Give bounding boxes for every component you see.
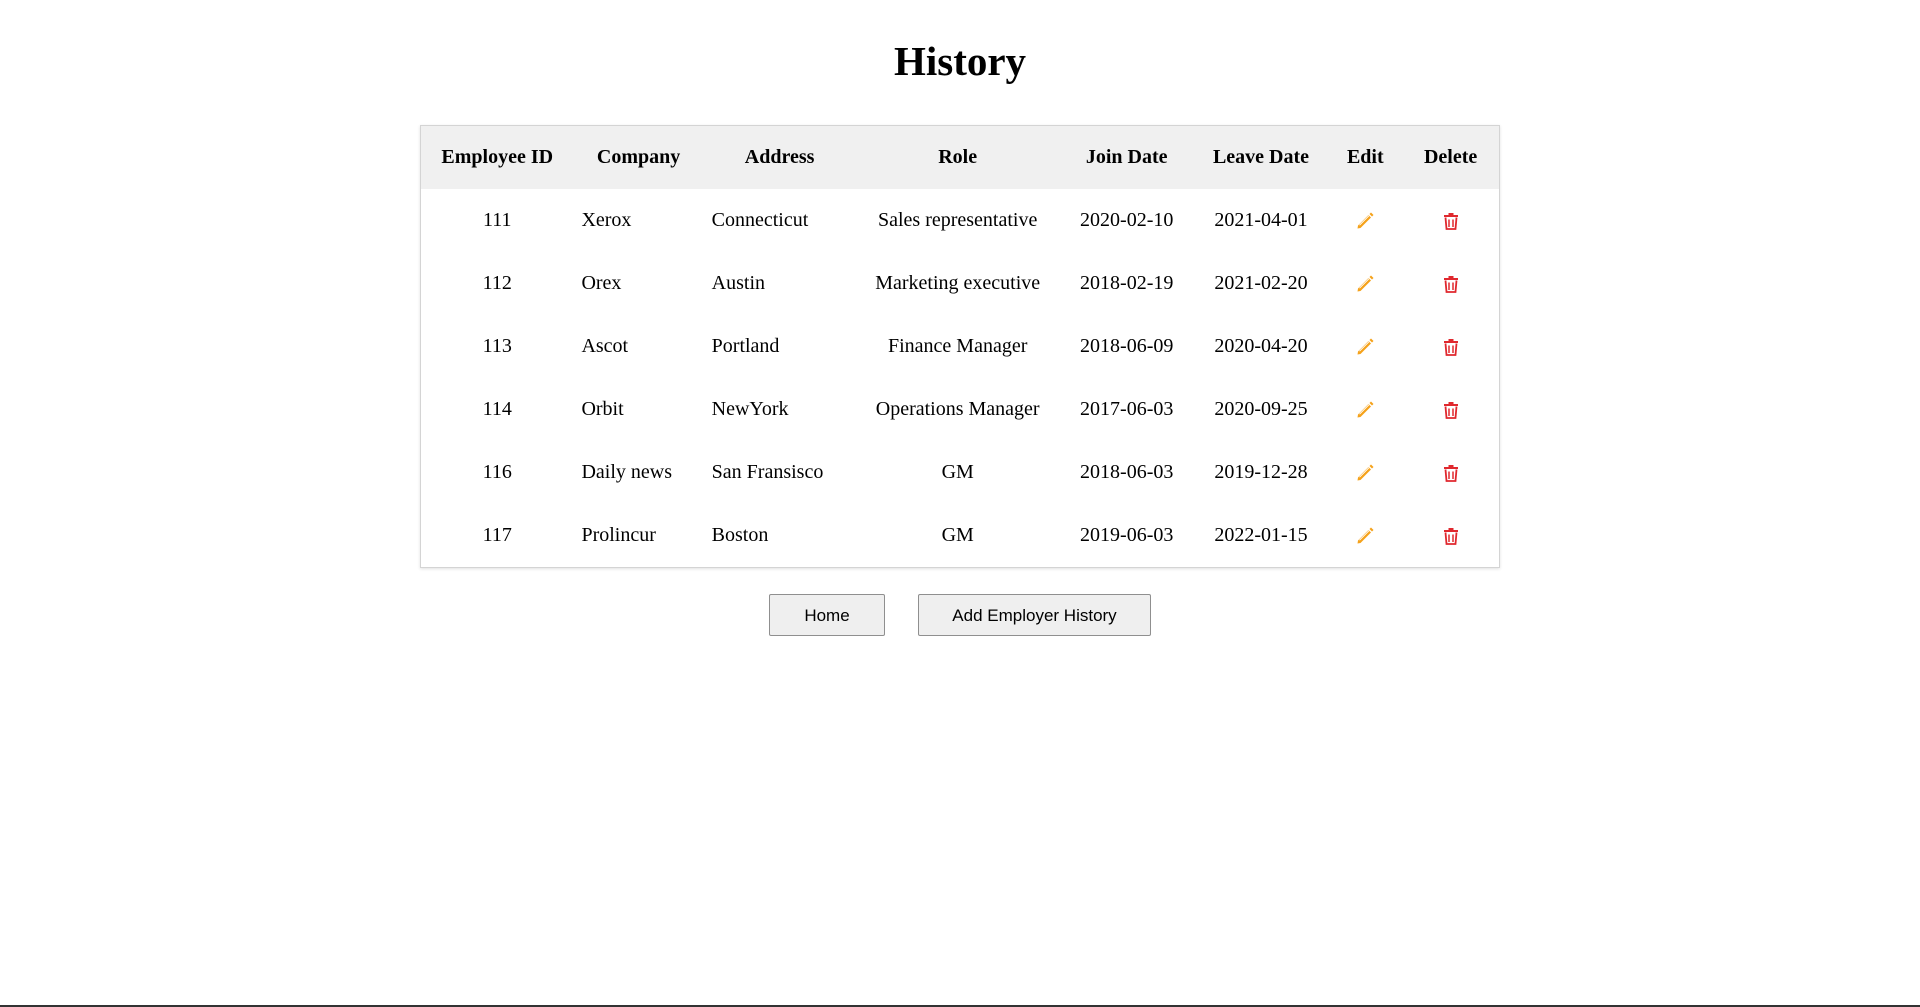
cell-delete — [1402, 378, 1499, 441]
pencil-icon[interactable] — [1354, 210, 1376, 232]
cell-edit — [1328, 315, 1402, 378]
cell-join-date: 2017-06-03 — [1080, 398, 1174, 420]
cell-address: Boston — [711, 524, 769, 546]
home-button[interactable]: Home — [769, 594, 885, 636]
cell-company: Daily news — [581, 461, 672, 483]
cell-delete — [1402, 252, 1499, 315]
cell-role: Sales representative — [877, 209, 1038, 231]
action-buttons: Home Add Employer History — [0, 594, 1920, 636]
cell-company: Xerox — [581, 209, 632, 231]
history-table: Employee ID Company Address Role Join Da… — [421, 126, 1499, 567]
table-row: 116 Daily news San Fransisco GM 2018-06-… — [421, 441, 1499, 504]
cell-employee-id: 114 — [482, 398, 512, 420]
header-company: Company — [596, 146, 681, 168]
cell-join-date: 2020-02-10 — [1080, 209, 1174, 231]
cell-address: Connecticut — [711, 209, 809, 231]
cell-address: Portland — [711, 335, 780, 357]
table-header-row: Employee ID Company Address Role Join Da… — [421, 126, 1499, 189]
cell-join-date: 2018-06-09 — [1080, 335, 1174, 357]
header-address: Address — [744, 146, 815, 168]
add-employer-history-button[interactable]: Add Employer History — [918, 594, 1151, 636]
table-row: 114 Orbit NewYork Operations Manager 201… — [421, 378, 1499, 441]
trash-icon[interactable] — [1440, 399, 1462, 421]
cell-join-date: 2018-06-03 — [1080, 461, 1174, 483]
trash-icon[interactable] — [1440, 525, 1462, 547]
pencil-icon[interactable] — [1354, 525, 1376, 547]
table-row: 112 Orex Austin Marketing executive 2018… — [421, 252, 1499, 315]
cell-address: San Fransisco — [711, 461, 824, 483]
trash-icon[interactable] — [1440, 462, 1462, 484]
pencil-icon[interactable] — [1354, 273, 1376, 295]
pencil-icon[interactable] — [1354, 462, 1376, 484]
cell-leave-date: 2022-01-15 — [1214, 524, 1308, 546]
header-role: Role — [938, 146, 978, 168]
cell-join-date: 2018-02-19 — [1080, 272, 1174, 294]
cell-leave-date: 2021-04-01 — [1214, 209, 1308, 231]
trash-icon[interactable] — [1440, 210, 1462, 232]
table-header: Employee ID Company Address Role Join Da… — [421, 126, 1499, 189]
cell-company: Prolincur — [581, 524, 656, 546]
cell-role: GM — [941, 524, 974, 546]
header-leave-date: Leave Date — [1212, 146, 1310, 168]
cell-edit — [1328, 252, 1402, 315]
pencil-icon[interactable] — [1354, 399, 1376, 421]
table-row: 111 Xerox Connecticut Sales representati… — [421, 189, 1499, 252]
header-join-date: Join Date — [1085, 146, 1168, 168]
cell-delete — [1402, 504, 1499, 567]
cell-company: Orex — [581, 272, 622, 294]
cell-role: Marketing executive — [875, 272, 1041, 294]
history-page: History Employee ID Company Address Role… — [0, 0, 1920, 1007]
history-table-container: Employee ID Company Address Role Join Da… — [420, 125, 1500, 568]
cell-edit — [1328, 504, 1402, 567]
cell-leave-date: 2021-02-20 — [1214, 272, 1308, 294]
cell-address: NewYork — [711, 398, 789, 420]
cell-edit — [1328, 189, 1402, 252]
cell-role: Finance Manager — [887, 335, 1028, 357]
cell-role: Operations Manager — [875, 398, 1040, 420]
cell-join-date: 2019-06-03 — [1080, 524, 1174, 546]
table-row: 117 Prolincur Boston GM 2019-06-03 2022-… — [421, 504, 1499, 567]
cell-leave-date: 2020-04-20 — [1214, 335, 1308, 357]
cell-delete — [1402, 189, 1499, 252]
cell-role: GM — [941, 461, 974, 483]
cell-delete — [1402, 441, 1499, 504]
table-body: 111 Xerox Connecticut Sales representati… — [421, 189, 1499, 567]
trash-icon[interactable] — [1440, 336, 1462, 358]
header-edit: Edit — [1346, 146, 1384, 168]
cell-leave-date: 2020-09-25 — [1214, 398, 1308, 420]
cell-leave-date: 2019-12-28 — [1214, 461, 1308, 483]
cell-company: Orbit — [581, 398, 624, 420]
cell-edit — [1328, 441, 1402, 504]
table-row: 113 Ascot Portland Finance Manager 2018-… — [421, 315, 1499, 378]
cell-employee-id: 116 — [482, 461, 512, 483]
cell-employee-id: 112 — [482, 272, 512, 294]
cell-employee-id: 113 — [482, 335, 512, 357]
cell-address: Austin — [711, 272, 765, 294]
cell-delete — [1402, 315, 1499, 378]
header-delete: Delete — [1423, 146, 1478, 168]
cell-edit — [1328, 378, 1402, 441]
cell-employee-id: 117 — [482, 524, 512, 546]
pencil-icon[interactable] — [1354, 336, 1376, 358]
cell-company: Ascot — [581, 335, 629, 357]
trash-icon[interactable] — [1440, 273, 1462, 295]
cell-employee-id: 111 — [482, 209, 512, 231]
page-title: History — [893, 38, 1027, 84]
header-employee-id: Employee ID — [441, 146, 554, 168]
